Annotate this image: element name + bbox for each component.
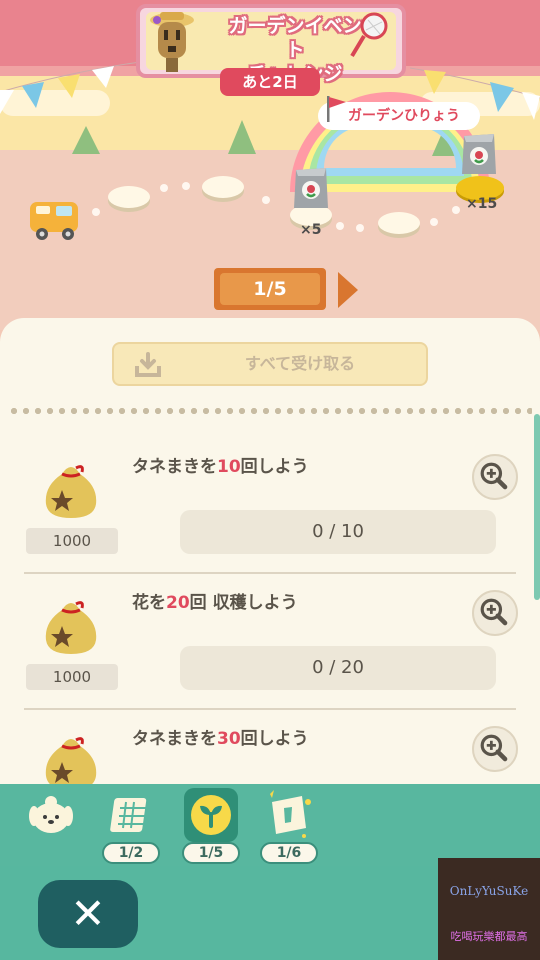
isabelle-icon bbox=[29, 796, 73, 833]
bottom-tab-bar: 1/2 1/5 1/6 bbox=[0, 784, 540, 866]
watermark-line2: 吃喝玩樂都最高 bbox=[450, 930, 528, 943]
path-dot bbox=[430, 218, 438, 226]
claim-all-button[interactable]: すべて受け取る bbox=[112, 342, 428, 386]
magnifier-plus-icon bbox=[480, 734, 508, 762]
tab-count: 1/5 bbox=[182, 842, 240, 864]
tab-isabelle[interactable] bbox=[20, 788, 82, 864]
task-text-suffix: 回 収穫しよう bbox=[189, 593, 298, 613]
next-page-arrow[interactable] bbox=[338, 272, 358, 308]
task-description: 花を20回 収穫しよう bbox=[132, 588, 298, 613]
path-dot bbox=[452, 206, 460, 214]
path-dot bbox=[160, 184, 168, 192]
flag-icon bbox=[327, 96, 346, 122]
page-indicator: 1/5 bbox=[214, 268, 326, 310]
camper-van-icon bbox=[30, 202, 78, 240]
tab-calendar[interactable]: 1/2 bbox=[100, 788, 162, 864]
zoom-button[interactable] bbox=[472, 726, 518, 772]
challenge-list-panel: すべて受け取る 1000 タネまきを10回しよう 0 / 10 1000 花を2… bbox=[0, 318, 540, 788]
dotted-divider bbox=[8, 408, 532, 414]
tree bbox=[72, 126, 100, 154]
tab-count: 1/6 bbox=[260, 842, 318, 864]
scrollbar[interactable] bbox=[534, 414, 540, 600]
task-row: タネまきを30回しよう bbox=[24, 708, 518, 788]
close-icon: ✕ bbox=[70, 889, 106, 938]
path-stone bbox=[378, 212, 420, 234]
path-stone bbox=[108, 186, 150, 208]
page-indicator-text: 1/5 bbox=[220, 273, 320, 305]
scarecrow-icon bbox=[150, 12, 194, 72]
event-map: ×5 ×15 ガーデンひりょう ガーデンイベント チャレンジ あと2日 bbox=[0, 0, 540, 330]
calendar-icon bbox=[110, 798, 147, 832]
tab-icon-wrap bbox=[184, 788, 238, 842]
task-target-number: 30 bbox=[217, 729, 241, 749]
bunting-left bbox=[0, 61, 140, 114]
task-description: タネまきを10回しよう bbox=[132, 452, 309, 477]
bell-bag-icon bbox=[45, 737, 97, 788]
path-dot bbox=[182, 182, 190, 190]
reward-count: ×15 bbox=[466, 196, 498, 212]
tab-ticket[interactable]: 1/6 bbox=[258, 788, 320, 864]
bug-net-icon bbox=[350, 12, 388, 58]
task-target-number: 10 bbox=[217, 457, 241, 477]
task-target-number: 20 bbox=[166, 593, 190, 613]
tab-icon-wrap bbox=[104, 788, 158, 842]
bell-bag-icon bbox=[45, 601, 97, 654]
task-progress: 0 / 20 bbox=[180, 646, 496, 690]
zoom-button[interactable] bbox=[472, 454, 518, 500]
magnifier-plus-icon bbox=[480, 598, 508, 626]
tab-count: 1/2 bbox=[102, 842, 160, 864]
path-stone bbox=[202, 176, 244, 198]
magnifier-plus-icon bbox=[480, 462, 508, 490]
task-progress: 0 / 10 bbox=[180, 510, 496, 554]
tab-sprout[interactable]: 1/5 bbox=[180, 788, 242, 864]
watermark: OnLyYuSuKe 吃喝玩樂都最高 bbox=[438, 858, 540, 960]
download-icon bbox=[135, 352, 161, 377]
tab-icon-wrap bbox=[262, 788, 316, 842]
task-text-suffix: 回しよう bbox=[240, 457, 309, 477]
reward-amount: 1000 bbox=[26, 528, 118, 554]
task-text-suffix: 回しよう bbox=[240, 729, 309, 749]
task-text-prefix: タネまきを bbox=[132, 729, 217, 749]
claim-all-label: すべて受け取る bbox=[244, 354, 356, 373]
sprout-icon bbox=[191, 795, 231, 835]
zoom-button[interactable] bbox=[472, 590, 518, 636]
tree bbox=[228, 120, 256, 154]
reward-amount: 1000 bbox=[26, 664, 118, 690]
task-description: タネまきを30回しよう bbox=[132, 724, 309, 749]
task-text-prefix: タネまきを bbox=[132, 457, 217, 477]
path-dot bbox=[92, 208, 100, 216]
ticket-icon bbox=[270, 790, 311, 838]
close-button[interactable]: ✕ bbox=[38, 880, 138, 948]
tab-icon-wrap bbox=[24, 788, 78, 842]
task-text-prefix: 花を bbox=[132, 593, 166, 613]
task-row: 1000 タネまきを10回しよう 0 / 10 bbox=[24, 436, 518, 572]
bell-bag-icon bbox=[45, 465, 97, 518]
path-dot bbox=[262, 196, 270, 204]
fertilizer-bag-gold-icon bbox=[462, 134, 496, 174]
watermark-line1: OnLyYuSuKe bbox=[449, 884, 529, 898]
path-dot bbox=[356, 224, 364, 232]
task-row: 1000 花を20回 収穫しよう 0 / 20 bbox=[24, 572, 518, 708]
reward-count: ×5 bbox=[300, 222, 322, 238]
days-left-badge: あと2日 bbox=[220, 68, 320, 96]
path-dot bbox=[336, 222, 344, 230]
fertilizer-bag-icon bbox=[294, 168, 328, 208]
